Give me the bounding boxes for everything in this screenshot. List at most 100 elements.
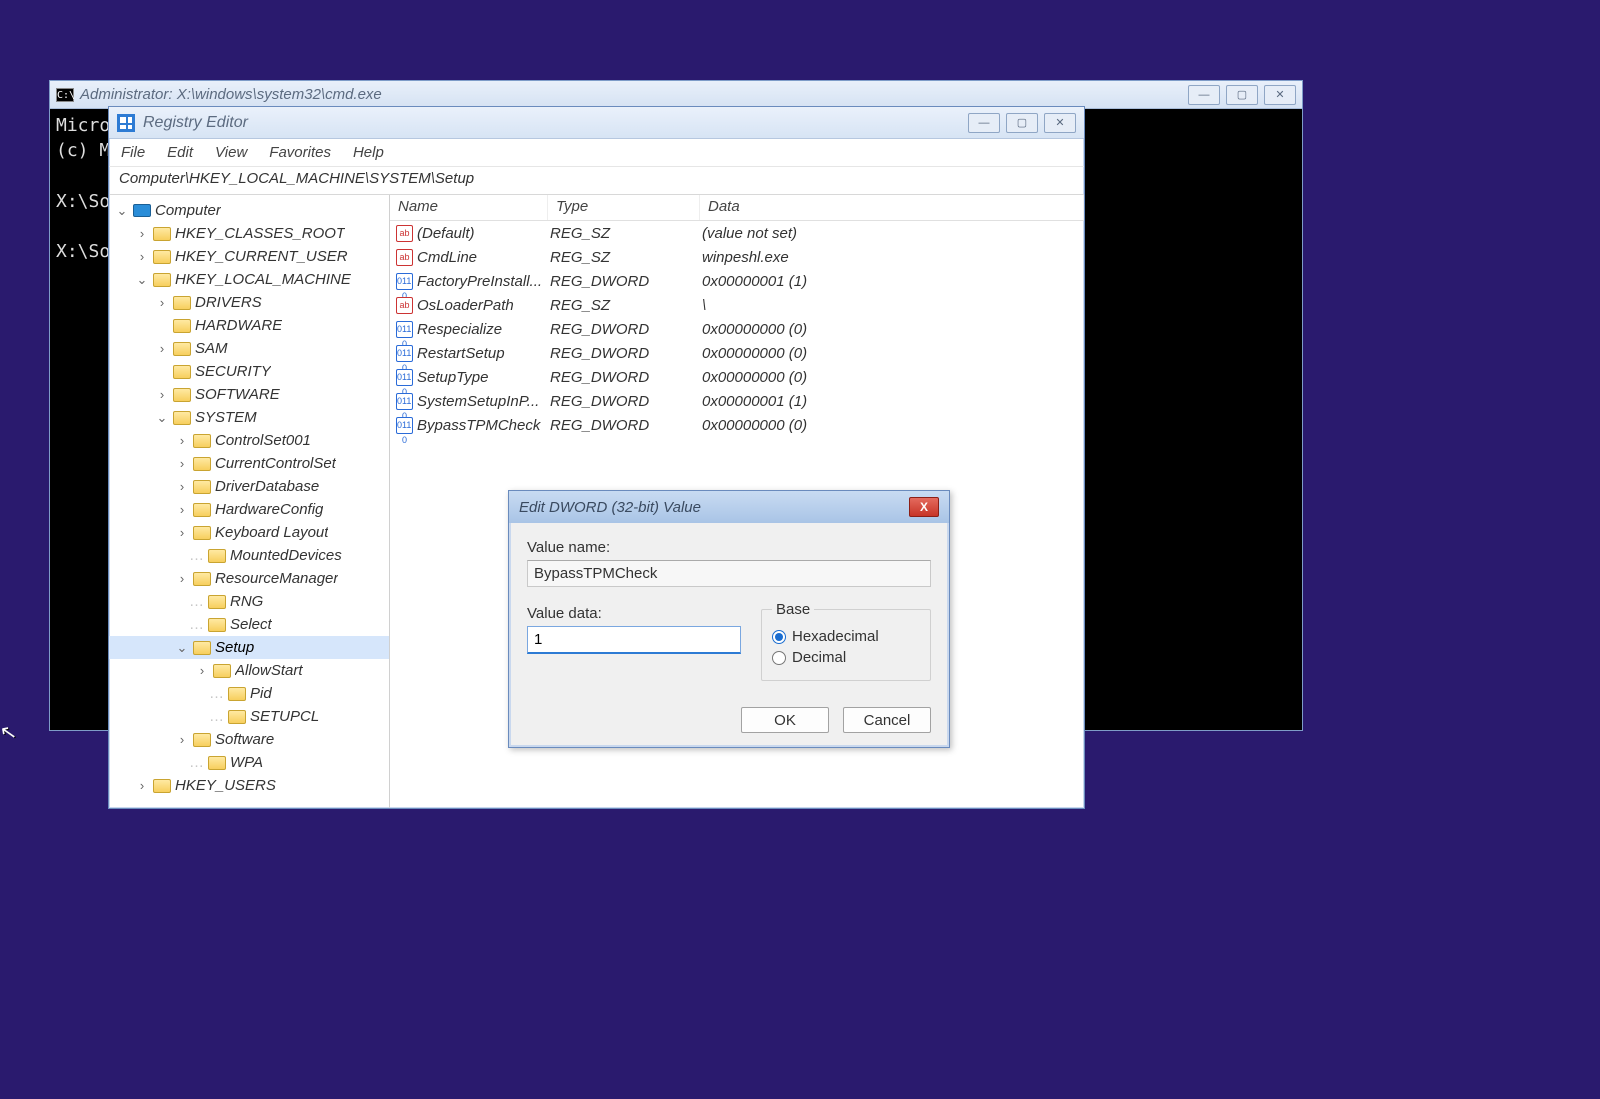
regedit-menubar: File Edit View Favorites Help (109, 139, 1084, 167)
tree-node[interactable]: …Pid (109, 682, 389, 705)
tree-node[interactable]: › SAM (109, 337, 389, 360)
value-row[interactable]: abOsLoaderPathREG_SZ\ (390, 293, 1084, 317)
menu-favorites[interactable]: Favorites (269, 144, 331, 161)
regedit-tree[interactable]: ⌄ Computer ›HKEY_CLASSES_ROOT›HKEY_CURRENT… (109, 195, 390, 808)
menu-file[interactable]: File (121, 144, 145, 161)
dialog-title: Edit DWORD (32-bit) Value (519, 499, 909, 516)
value-data-input[interactable] (527, 626, 741, 654)
regedit-value-list[interactable]: Name Type Data ab(Default)REG_SZ(value n… (390, 195, 1084, 808)
value-row[interactable]: 011 0BypassTPMCheckREG_DWORD0x00000000 (… (390, 413, 1084, 437)
expand-icon[interactable]: › (175, 571, 189, 586)
tree-node[interactable]: SECURITY (109, 360, 389, 383)
list-header[interactable]: Name Type Data (390, 195, 1084, 221)
tree-label: HKEY_USERS (175, 777, 276, 794)
menu-help[interactable]: Help (353, 144, 384, 161)
folder-icon (153, 227, 171, 241)
tree-node[interactable]: …Select (109, 613, 389, 636)
value-row[interactable]: 011 0FactoryPreInstall...REG_DWORD0x0000… (390, 269, 1084, 293)
tree-node[interactable]: ›HKEY_CURRENT_USER (109, 245, 389, 268)
expand-icon[interactable]: › (175, 502, 189, 517)
dialog-close-button[interactable]: X (909, 497, 939, 517)
tree-node[interactable]: …SETUPCL (109, 705, 389, 728)
regedit-address-bar[interactable]: Computer\HKEY_LOCAL_MACHINE\SYSTEM\Setup (109, 167, 1084, 195)
expand-icon[interactable]: › (175, 456, 189, 471)
tree-node[interactable]: ⌄ Computer (109, 199, 389, 222)
folder-icon (173, 388, 191, 402)
tree-node[interactable]: ›DRIVERS (109, 291, 389, 314)
radio-hexadecimal[interactable]: Hexadecimal (772, 628, 920, 645)
value-data: \ (700, 297, 1084, 314)
tree-guide-icon: … (189, 616, 202, 633)
regedit-maximize-button[interactable]: ▢ (1006, 113, 1038, 133)
cmd-icon: C:\ (56, 88, 74, 102)
tree-node[interactable]: ⌄SYSTEM (109, 406, 389, 429)
tree-node[interactable]: ›Keyboard Layout (109, 521, 389, 544)
radio-dec-icon[interactable] (772, 651, 786, 665)
collapse-icon[interactable]: ⌄ (175, 640, 189, 656)
folder-icon (193, 503, 211, 517)
value-type: REG_DWORD (548, 369, 700, 386)
tree-node[interactable]: › CurrentControlSet (109, 452, 389, 475)
expand-icon[interactable]: › (135, 249, 149, 264)
expand-icon[interactable]: › (155, 341, 169, 356)
tree-node[interactable]: ›ControlSet001 (109, 429, 389, 452)
tree-node[interactable]: …MountedDevices (109, 544, 389, 567)
expand-icon[interactable]: › (195, 663, 209, 678)
value-row[interactable]: ab(Default)REG_SZ(value not set) (390, 221, 1084, 245)
expand-icon[interactable]: › (135, 226, 149, 241)
regedit-close-button[interactable]: ✕ (1044, 113, 1076, 133)
tree-node[interactable]: …WPA (109, 751, 389, 774)
tree-guide-icon: … (189, 754, 202, 771)
tree-node[interactable]: …RNG (109, 590, 389, 613)
cmd-minimize-button[interactable]: — (1188, 85, 1220, 105)
cancel-button[interactable]: Cancel (843, 707, 931, 733)
tree-node[interactable]: ⌄HKEY_LOCAL_MACHINE (109, 268, 389, 291)
col-header-type[interactable]: Type (548, 195, 700, 220)
collapse-icon[interactable]: ⌄ (155, 410, 169, 426)
collapse-icon[interactable]: ⌄ (115, 203, 129, 219)
expand-icon[interactable]: › (175, 479, 189, 494)
tree-node[interactable]: ›DriverDatabase (109, 475, 389, 498)
value-row[interactable]: 011 0RestartSetupREG_DWORD0x00000000 (0) (390, 341, 1084, 365)
tree-label: Setup (215, 639, 254, 656)
value-row[interactable]: abCmdLineREG_SZwinpeshl.exe (390, 245, 1084, 269)
regedit-minimize-button[interactable]: — (968, 113, 1000, 133)
col-header-name[interactable]: Name (390, 195, 548, 220)
collapse-icon[interactable]: ⌄ (135, 272, 149, 288)
tree-node[interactable]: ⌄ Setup (109, 636, 389, 659)
cmd-titlebar[interactable]: C:\ Administrator: X:\windows\system32\c… (50, 81, 1302, 109)
expand-icon[interactable]: › (175, 525, 189, 540)
expand-icon[interactable]: › (175, 732, 189, 747)
expand-icon[interactable]: › (175, 433, 189, 448)
tree-node[interactable]: › HKEY_USERS (109, 774, 389, 797)
radio-decimal[interactable]: Decimal (772, 649, 920, 666)
folder-icon (173, 411, 191, 425)
regedit-titlebar[interactable]: Registry Editor — ▢ ✕ (109, 107, 1084, 139)
value-row[interactable]: 011 0RespecializeREG_DWORD0x00000000 (0) (390, 317, 1084, 341)
menu-edit[interactable]: Edit (167, 144, 193, 161)
tree-node[interactable]: ›SOFTWARE (109, 383, 389, 406)
cmd-maximize-button[interactable]: ▢ (1226, 85, 1258, 105)
col-header-data[interactable]: Data (700, 195, 1084, 220)
value-row[interactable]: 011 0SetupTypeREG_DWORD0x00000000 (0) (390, 365, 1084, 389)
expand-icon[interactable]: › (135, 778, 149, 793)
tree-node[interactable]: ›AllowStart (109, 659, 389, 682)
tree-node[interactable]: HARDWARE (109, 314, 389, 337)
cmd-close-button[interactable]: ✕ (1264, 85, 1296, 105)
folder-icon (173, 319, 191, 333)
dialog-titlebar[interactable]: Edit DWORD (32-bit) Value X (509, 491, 949, 523)
tree-node[interactable]: ›Software (109, 728, 389, 751)
tree-label: CurrentControlSet (215, 455, 336, 472)
tree-label: Computer (155, 202, 221, 219)
radio-hex-icon[interactable] (772, 630, 786, 644)
tree-node[interactable]: ›HKEY_CLASSES_ROOT (109, 222, 389, 245)
value-row[interactable]: 011 0SystemSetupInP...REG_DWORD0x0000000… (390, 389, 1084, 413)
tree-node[interactable]: ›ResourceManager (109, 567, 389, 590)
expand-icon[interactable]: › (155, 295, 169, 310)
menu-view[interactable]: View (215, 144, 247, 161)
folder-icon (208, 756, 226, 770)
expand-icon[interactable]: › (155, 387, 169, 402)
tree-label: SAM (195, 340, 228, 357)
ok-button[interactable]: OK (741, 707, 829, 733)
tree-node[interactable]: ›HardwareConfig (109, 498, 389, 521)
